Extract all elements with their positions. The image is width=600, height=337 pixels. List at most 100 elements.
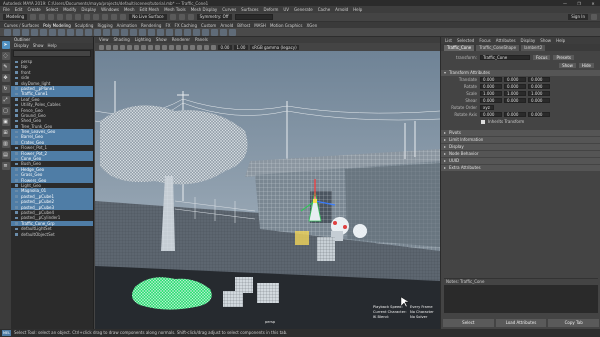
translate-z-field[interactable]: 0.000 [528,77,550,82]
extrude-icon[interactable] [121,28,128,36]
ae-section-uuid[interactable]: UUID [441,158,600,164]
far-clip-field[interactable]: 1.00 [234,44,248,50]
rotate-tool-icon[interactable]: ↻ [1,85,10,93]
menu-surfaces[interactable]: Surfaces [241,7,258,12]
new-scene-icon[interactable] [30,14,37,20]
ae-menu-list[interactable]: List [445,37,452,44]
menu-windows[interactable]: Windows [101,7,119,12]
ae-section-pivots[interactable]: Pivots [441,130,600,136]
mirror-icon[interactable] [112,28,119,36]
uv-editor-icon[interactable] [184,28,191,36]
scale-x-field[interactable]: 1.000 [480,91,502,96]
menu-uv[interactable]: UV [283,7,289,12]
shelf-tab-active[interactable]: Poly Modeling [43,23,71,28]
ae-copy-tab-button[interactable]: Copy Tab [548,319,600,327]
redo-icon[interactable] [66,14,73,20]
poly-disc-icon[interactable] [58,28,65,36]
ae-presets-button[interactable]: Presets [553,55,574,60]
ae-tab-material[interactable]: lambert2 [521,45,546,51]
menu-mesh-display[interactable]: Mesh Display [191,7,218,12]
viewport-scene[interactable]: persp [95,51,440,329]
outliner-search-input[interactable] [13,50,91,57]
menu-edit[interactable]: Edit [15,7,23,12]
bevel-icon[interactable] [139,28,146,36]
menu-edit-mesh[interactable]: Edit Mesh [140,7,160,12]
ae-menu-attributes[interactable]: Attributes [496,37,516,44]
shelf-tab[interactable]: Bifrost [237,23,250,28]
four-view-icon[interactable]: ⊞ [1,129,10,137]
snap-curve-icon[interactable] [111,14,118,20]
menu-arnold[interactable]: Arnold [335,7,348,12]
mode-dropdown[interactable]: Modeling [3,14,28,20]
shelf-tab[interactable]: Sculpting [75,23,94,28]
ambient-occlusion-icon[interactable] [183,44,188,50]
bookmark-icon[interactable] [106,44,111,50]
color-space-dropdown[interactable]: sRGB gamma (legacy) [250,44,299,50]
translate-y-field[interactable]: 0.000 [504,77,526,82]
ae-section-node-behavior[interactable]: Node Behavior [441,151,600,157]
poly-sphere-icon[interactable] [4,28,11,36]
use-all-lights-icon[interactable] [169,44,174,50]
move-tool-icon[interactable]: ✥ [1,74,10,82]
target-weld-icon[interactable] [157,28,164,36]
outliner-layout-icon[interactable]: ≡ [1,162,10,170]
super-shape-icon[interactable] [67,28,74,36]
inherits-transform-checkbox[interactable] [481,119,485,124]
outliner-menu-display[interactable]: Display [14,43,29,49]
motion-blur-icon[interactable] [190,44,195,50]
minimize-button[interactable]: — [558,1,572,6]
poly-plane-icon[interactable] [49,28,56,36]
snap-point-icon[interactable] [120,14,127,20]
ae-show-button[interactable]: Show [559,63,576,68]
ae-section-transform[interactable]: Transform Attributes [441,70,600,76]
save-scene-icon[interactable] [48,14,55,20]
ae-menu-show[interactable]: Show [540,37,551,44]
render-icon[interactable] [178,14,185,20]
delete-history-icon[interactable] [229,28,236,36]
menu-deform[interactable]: Deform [263,7,278,12]
shelf-tab[interactable]: Curves / Surfaces [4,23,39,28]
smooth-icon[interactable] [94,28,101,36]
menu-mesh[interactable]: Mesh [124,7,135,12]
persp-outliner-icon[interactable]: ▥ [1,140,10,148]
workspace-icon[interactable] [591,14,597,20]
ae-tab-shape[interactable]: Traffic_ConeShape [476,45,520,51]
menu-cache[interactable]: Cache [318,7,330,12]
rotate-z-field[interactable]: 0.000 [528,84,550,89]
translate-x-field[interactable]: 0.000 [480,77,502,82]
menu-file[interactable]: File [3,7,10,12]
scale-y-field[interactable]: 1.000 [504,91,526,96]
maximize-button[interactable]: ❐ [572,1,586,6]
shelf-tab[interactable]: Animation [117,23,137,28]
film-gate-icon[interactable] [127,44,132,50]
ae-menu-help[interactable]: Help [556,37,565,44]
ae-tab-transform[interactable]: Traffic_Cone [444,45,475,51]
menu-modify[interactable]: Modify [63,7,76,12]
shelf-tab[interactable]: MASH [254,23,266,28]
rotate-y-field[interactable]: 0.000 [504,84,526,89]
open-scene-icon[interactable] [39,14,46,20]
ae-focus-button[interactable]: Focus [533,55,551,60]
outliner-menu-help[interactable]: Help [48,43,57,49]
select-object-icon[interactable] [84,14,91,20]
resolution-gate-icon[interactable] [134,44,139,50]
shelf-tab[interactable]: Rigging [97,23,112,28]
poly-torus-icon[interactable] [40,28,47,36]
shadows-icon[interactable] [176,44,181,50]
separate-icon[interactable] [85,28,92,36]
history-icon[interactable] [169,14,176,20]
xray-icon[interactable] [211,44,216,50]
shear-y-field[interactable]: 0.000 [504,98,526,103]
shear-z-field[interactable]: 0.000 [528,98,550,103]
shelf-tab[interactable]: Rendering [141,23,161,28]
last-tool-icon[interactable]: ▢ [1,107,10,115]
select-hierarchy-icon[interactable] [75,14,82,20]
live-surface-dropdown[interactable]: No Live Surface [129,14,167,20]
anti-aliasing-icon[interactable] [197,44,202,50]
camera-attributes-icon[interactable] [99,44,104,50]
rotate-order-dropdown[interactable]: xyz [480,105,494,110]
smooth-shade-icon[interactable] [148,44,153,50]
edge-loop-icon[interactable] [175,28,182,36]
symmetry-dropdown[interactable]: Symmetry: Off [196,14,232,20]
ae-section-limit-information[interactable]: Limit Information [441,137,600,143]
